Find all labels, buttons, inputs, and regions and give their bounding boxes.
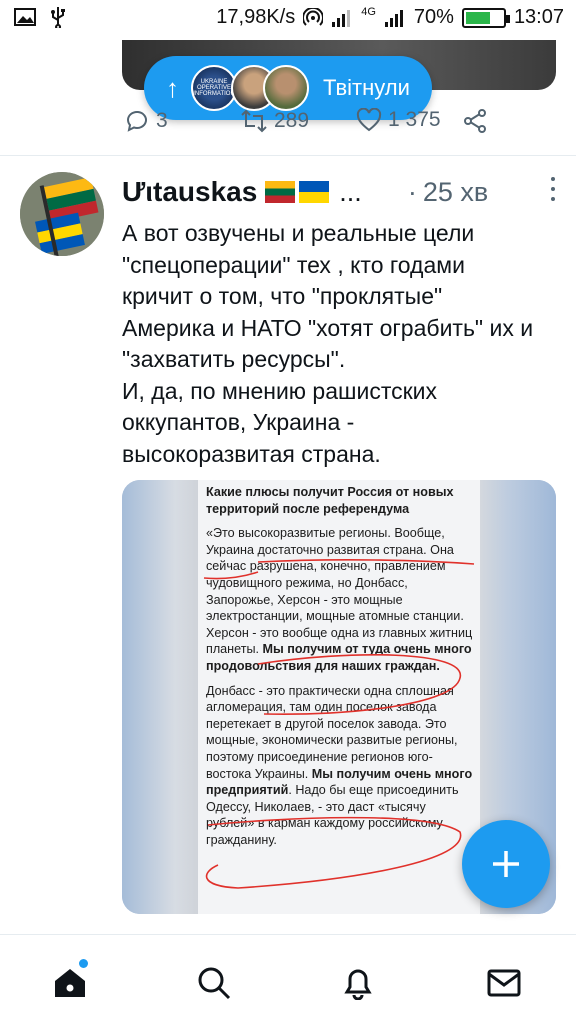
hotspot-icon [303,7,324,26]
image-document: Какие плюсы получит Россия от новых терр… [198,480,480,914]
share-button[interactable] [462,108,488,134]
tweet-text-line: высокоразвитая страна. [122,440,381,467]
avatar-image [20,172,104,256]
tweet-header: Ưιtauskas ... · 25 хв [122,172,562,212]
tweet-text-line: оккупантов, Украина - [122,409,355,435]
retweet-count: 289 [274,109,310,132]
name-flags [265,181,330,203]
home-notification-dot [79,959,88,968]
doc-paragraph: «Это высокоразвитые регионы. Вообще, Укр… [206,525,474,674]
pill-avatar-text: UKRAINE OPERATIVE INFORMATION [193,79,235,97]
retweet-button[interactable]: 289 [240,108,309,134]
bell-icon [344,969,372,1000]
more-options-icon[interactable] [546,174,560,204]
bottom-navigation [0,934,576,1024]
signal-icon-2 [384,9,403,27]
battery-percent: 70% [413,6,454,28]
pill-avatar [263,65,309,111]
reply-button[interactable]: 3 [124,108,168,134]
author-name[interactable]: Ưιtauskas [122,176,257,208]
lithuania-flag-icon [265,181,296,203]
battery-icon [461,7,510,28]
tweet-text: А вот озвучены и реальные цели "спецопер… [122,218,562,470]
retweet-icon [241,109,267,133]
tweet-text-line: кричит о том, что "проклятые" [122,283,443,309]
author-avatar[interactable] [20,172,104,256]
tweet-text-line: А вот озвучены и реальные цели [122,220,475,246]
tweet-time[interactable]: 25 хв [423,177,488,208]
nav-search[interactable] [194,963,234,1003]
battery-fill [465,11,490,24]
clock: 13:07 [513,6,564,28]
doc-heading: Какие плюсы получит Россия от новых терр… [206,485,454,516]
pill-label: Твітнули [323,75,410,100]
ukraine-flag-icon [299,181,330,203]
tweet-text-line: "спецоперации" тех , кто годами [122,251,465,278]
like-count: 1 375 [388,108,441,131]
nav-notifications[interactable] [338,963,378,1003]
signal-icon [332,9,351,27]
image-blur-left [122,480,198,914]
plus-icon [493,851,519,877]
home-icon [55,969,85,997]
reply-icon [126,110,147,132]
nav-home[interactable] [50,959,90,1003]
doc-paragraph: Донбасс - это практически одна сплошная … [206,683,474,849]
compose-tweet-button[interactable] [462,820,550,908]
network-speed: 17,98K/s [216,6,296,28]
tweet-text-line: И, да, по мнению рашистских [122,377,438,404]
mail-icon [487,969,521,997]
share-icon [464,109,486,133]
tweet-divider [0,155,576,156]
arrow-up-icon: ↑ [166,72,179,103]
name-ellipsis: ... [339,176,362,207]
tweet-text-line: "захватить ресурсы". [122,346,346,372]
heart-icon [356,108,382,132]
usb-icon [51,7,65,28]
previous-tweet-actions: 3 289 1 375 [124,108,504,140]
search-icon [198,967,231,1000]
network-type: 4G [361,6,376,18]
tweet-text-line: Америка и НАТО "хотят ограбить" их и [122,314,534,341]
like-button[interactable]: 1 375 [356,108,441,132]
reply-count: 3 [156,109,168,132]
separator-dot: · [407,176,417,207]
doc-text: «Это высокоразвитые регионы. Вообще, Укр… [206,526,473,657]
gallery-notification-icon [14,8,36,26]
status-bar: 17,98K/s 4G 70% 13:07 [0,0,576,40]
nav-messages[interactable] [484,963,524,1003]
